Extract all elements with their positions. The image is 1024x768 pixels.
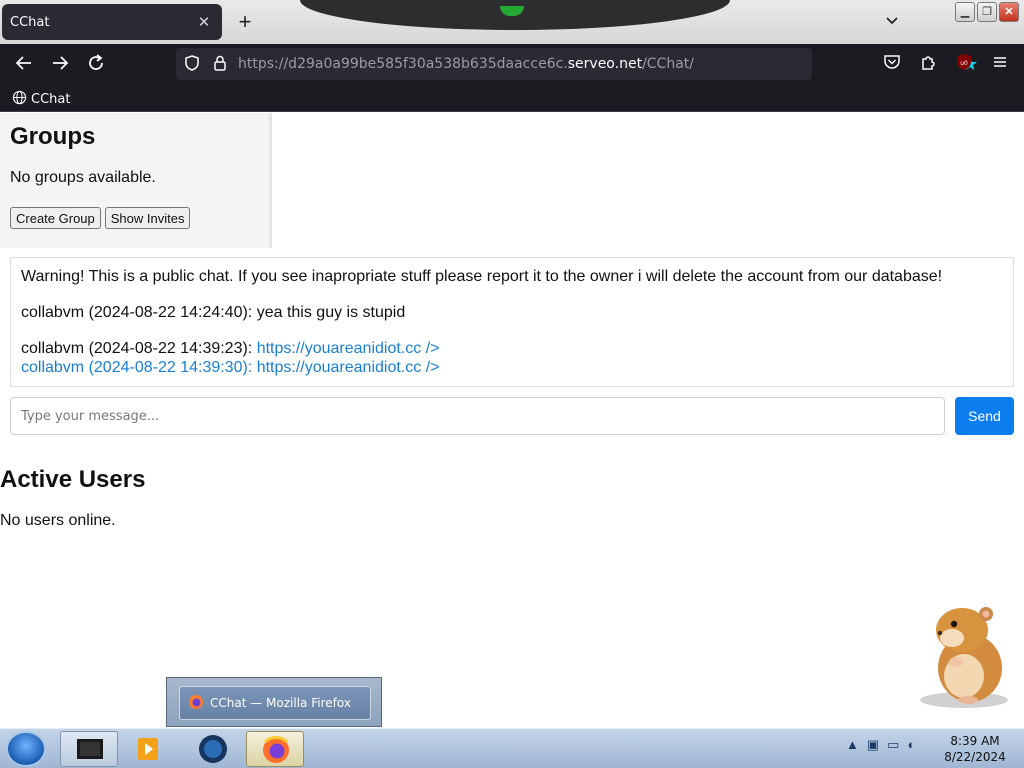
close-tab-icon[interactable]: ✕: [194, 13, 214, 31]
globe-icon: [12, 90, 27, 109]
firefox-icon: [188, 694, 204, 713]
groups-sidebar: Groups No groups available. Create Group…: [0, 113, 272, 248]
minimize-button[interactable]: ▁: [955, 2, 975, 22]
monitor-tray-icon[interactable]: ▭: [887, 737, 899, 753]
url-path: /CChat/: [642, 56, 694, 72]
tracking-shield-icon[interactable]: [182, 54, 202, 74]
active-users-title: Active Users: [0, 466, 146, 493]
lock-icon[interactable]: [210, 54, 230, 74]
warning-message: Warning! This is a public chat. If you s…: [21, 268, 943, 285]
taskbar-preview: CChat — Mozilla Firefox: [166, 677, 382, 727]
svg-text:u0: u0: [960, 60, 968, 67]
message-author-timestamp: collabvm (2024-08-22 14:39:30):: [21, 359, 257, 376]
restore-button[interactable]: ❐: [977, 2, 997, 22]
url-prefix: https://d29a0a99be585f30a538b635daacce6c…: [238, 56, 568, 72]
ublock-icon[interactable]: u0: [952, 53, 976, 77]
window-controls: ▁ ❐ ✕: [955, 2, 1019, 22]
firefox-window-item[interactable]: CChat — Mozilla Firefox: [179, 686, 371, 720]
url-text[interactable]: https://d29a0a99be585f30a538b635daacce6c…: [238, 56, 694, 72]
bookmark-cchat[interactable]: CChat: [12, 90, 70, 109]
taskbar-app-cmd[interactable]: [60, 731, 118, 767]
groups-empty-text: No groups available.: [10, 169, 156, 186]
show-hidden-icons-icon[interactable]: ▲: [846, 737, 859, 753]
forward-icon[interactable]: [48, 53, 72, 77]
new-tab-button[interactable]: +: [234, 10, 256, 34]
url-bar[interactable]: https://d29a0a99be585f30a538b635daacce6c…: [176, 48, 978, 80]
active-users-empty-text: No users online.: [0, 512, 116, 529]
chat-messages: Warning! This is a public chat. If you s…: [10, 257, 1014, 387]
message-author-timestamp: collabvm (2024-08-22 14:24:40):: [21, 304, 257, 321]
taskbar-app-media-player[interactable]: [120, 731, 178, 767]
message-author-timestamp: collabvm (2024-08-22 14:39:23):: [21, 340, 257, 357]
network-tray-icon[interactable]: ▣: [867, 737, 879, 753]
bookmark-label: CChat: [31, 92, 71, 107]
url-host: serveo.net: [567, 56, 643, 72]
message-text: yea this guy is stupid: [256, 304, 406, 321]
groups-title: Groups: [10, 123, 96, 150]
close-window-button[interactable]: ✕: [999, 2, 1019, 22]
send-button[interactable]: Send: [955, 397, 1014, 435]
back-icon[interactable]: [12, 53, 36, 77]
firefox-window-label: CChat — Mozilla Firefox: [210, 696, 351, 710]
message-link[interactable]: https://youareanidiot.cc />: [257, 359, 440, 376]
bookmarks-toolbar: CChat: [0, 86, 1024, 112]
start-button[interactable]: [6, 731, 46, 767]
navigation-toolbar: https://d29a0a99be585f30a538b635daacce6c…: [0, 44, 1024, 86]
browser-titlebar: CChat ✕ + ▁ ❐ ✕: [0, 0, 1024, 44]
tab-title: CChat: [10, 14, 50, 30]
taskbar-app-browser[interactable]: [184, 731, 242, 767]
volume-tray-icon[interactable]: ◐: [907, 737, 915, 753]
clock-time: 8:39 AM: [950, 734, 1000, 748]
show-invites-button[interactable]: Show Invites: [104, 207, 191, 229]
tab-cchat[interactable]: CChat ✕: [2, 4, 222, 40]
extensions-icon[interactable]: [916, 53, 940, 77]
message-link[interactable]: https://youareanidiot.cc />: [257, 340, 440, 357]
chat-message: collabvm (2024-08-22 14:39:23): https://…: [21, 339, 1003, 358]
system-tray: ▲ ▣ ▭ ◐: [846, 737, 915, 753]
taskbar-app-firefox[interactable]: [246, 731, 304, 767]
reload-icon[interactable]: [84, 53, 108, 77]
taskbar: ▲ ▣ ▭ ◐ 8:39 AM 8/22/2024: [0, 728, 1024, 768]
hamster-mascot[interactable]: [918, 600, 1010, 712]
menu-icon[interactable]: [988, 53, 1012, 77]
chat-message: collabvm (2024-08-22 14:24:40): yea this…: [21, 303, 1003, 322]
create-group-button[interactable]: Create Group: [10, 207, 101, 229]
chat-message[interactable]: collabvm (2024-08-22 14:39:30): https://…: [21, 358, 1003, 377]
group-actions: Create Group Show Invites: [10, 207, 259, 229]
message-input[interactable]: [10, 397, 945, 435]
pocket-icon[interactable]: [880, 53, 904, 77]
clock-date: 8/22/2024: [944, 750, 1006, 764]
system-clock[interactable]: 8:39 AM 8/22/2024: [940, 733, 1010, 765]
tab-list-chevron-icon[interactable]: [884, 12, 904, 32]
